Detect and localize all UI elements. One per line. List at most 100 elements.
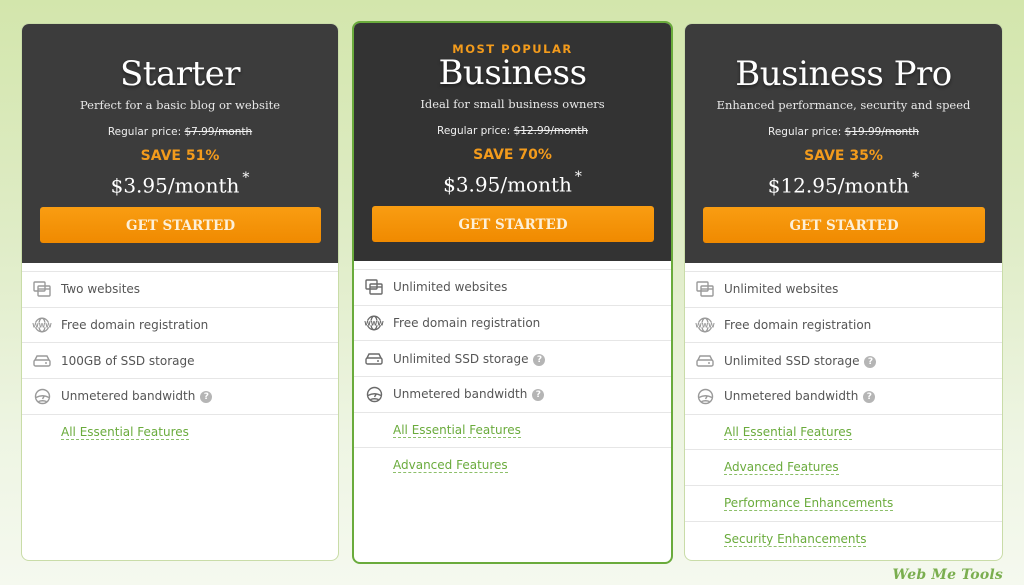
list-spacer xyxy=(22,263,338,271)
feature-row: Unlimited SSD storage? xyxy=(685,342,1002,378)
websites-icon xyxy=(695,281,715,298)
feature-group-link[interactable]: All Essential Features xyxy=(724,425,852,440)
price-value: $3.95/month xyxy=(110,173,240,198)
plan-tagline: Enhanced performance, security and speed xyxy=(716,98,971,112)
plan-card-starter: Starter Perfect for a basic blog or websi… xyxy=(21,23,339,561)
regular-price: Regular price: $12.99/month xyxy=(354,125,671,137)
websites-icon xyxy=(32,281,52,298)
feature-row: Two websites xyxy=(22,271,338,307)
list-spacer xyxy=(354,261,671,269)
feature-label: Unmetered bandwidth xyxy=(393,387,528,402)
feature-text: Free domain registration xyxy=(724,318,871,332)
feature-label: Unlimited websites xyxy=(393,280,508,295)
feature-row: Unlimited websites xyxy=(354,269,671,305)
feature-row: Unmetered bandwidth? xyxy=(354,376,671,412)
save-percentage: SAVE 51% xyxy=(140,148,220,164)
speedometer-icon xyxy=(32,388,52,405)
feature-row: Unlimited SSD storage? xyxy=(354,340,671,376)
feature-link-row: All Essential Features xyxy=(685,413,1002,450)
feature-text: Free domain registration xyxy=(61,318,208,332)
help-icon[interactable]: ? xyxy=(200,391,213,404)
feature-text: Unlimited SSD storage? xyxy=(724,353,877,368)
watermark-logo: Web Me Tools xyxy=(892,567,1003,583)
feature-list: Unlimited websites WWW Free domain registr… xyxy=(685,263,1002,557)
plan-name: Business xyxy=(438,53,587,93)
feature-label: Unmetered bandwidth xyxy=(61,389,196,404)
plan-card-business-pro: Business Pro Enhanced performance, securi… xyxy=(684,23,1003,561)
plan-price: $3.95/month * xyxy=(22,170,338,198)
plan-name: Business Pro xyxy=(735,54,952,94)
svg-text:WWW: WWW xyxy=(364,321,384,327)
ssd-drive-icon xyxy=(32,353,52,369)
feature-label: 100GB of SSD storage xyxy=(61,353,195,368)
save-percentage: SAVE 70% xyxy=(473,147,552,163)
help-icon[interactable]: ? xyxy=(864,355,877,368)
feature-label: Unlimited SSD storage xyxy=(724,353,860,368)
feature-link-row: Advanced Features xyxy=(354,447,671,483)
plan-tagline: Perfect for a basic blog or website xyxy=(79,98,281,112)
feature-text: Unmetered bandwidth? xyxy=(61,389,213,404)
feature-label: Free domain registration xyxy=(724,318,872,333)
price-value: $12.95/month xyxy=(767,173,910,198)
feature-row: Unlimited websites xyxy=(685,271,1002,307)
help-icon[interactable]: ? xyxy=(863,391,876,404)
feature-row: Unmetered bandwidth? xyxy=(22,378,338,414)
plan-name: Starter xyxy=(119,54,241,94)
help-icon[interactable]: ? xyxy=(532,389,545,402)
feature-link-row: Security Enhancements xyxy=(685,520,1002,557)
feature-row: WWW Free domain registration xyxy=(685,306,1002,343)
feature-group-link[interactable]: Advanced Features xyxy=(724,460,839,476)
feature-group-link[interactable]: All Essential Features xyxy=(61,425,189,440)
help-icon[interactable]: ? xyxy=(533,353,546,366)
regular-price-label: Regular price: xyxy=(107,126,182,138)
svg-text:WWW: WWW xyxy=(32,323,52,329)
feature-group-link[interactable]: Advanced Features xyxy=(393,458,508,474)
feature-label: Free domain registration xyxy=(61,318,209,333)
feature-text: Unmetered bandwidth? xyxy=(393,387,545,402)
www-globe-icon: WWW xyxy=(32,317,52,333)
feature-text: 100GB of SSD storage xyxy=(61,354,195,368)
feature-text: Unlimited SSD storage? xyxy=(393,352,546,366)
plan-header: Business Pro Enhanced performance, securi… xyxy=(685,24,1002,263)
regular-price: Regular price: $7.99/month xyxy=(22,126,338,138)
feature-link-row: All Essential Features xyxy=(22,413,338,450)
www-globe-icon: WWW xyxy=(364,315,384,331)
feature-label: Unlimited websites xyxy=(724,282,839,297)
regular-price-label: Regular price: xyxy=(768,126,842,138)
get-started-button[interactable]: GET STARTED xyxy=(40,207,321,243)
regular-price-value: $19.99/month xyxy=(844,126,919,138)
feature-list: Unlimited websites WWW Free domain registr… xyxy=(354,261,671,483)
feature-link-row: Advanced Features xyxy=(685,449,1002,485)
feature-text: Unlimited websites xyxy=(393,280,507,294)
plan-price: $3.95/month * xyxy=(354,169,671,197)
get-started-button[interactable]: GET STARTED xyxy=(372,206,654,242)
feature-group-link[interactable]: Performance Enhancements xyxy=(724,496,894,511)
feature-row: 100GB of SSD storage xyxy=(22,342,338,378)
feature-text: Unmetered bandwidth? xyxy=(724,389,876,404)
price-footnote-marker: * xyxy=(242,170,250,186)
speedometer-icon xyxy=(364,386,384,403)
plan-price: $12.95/month * xyxy=(685,170,1002,198)
regular-price-value: $7.99/month xyxy=(184,126,253,138)
feature-text: Unlimited websites xyxy=(724,282,838,296)
feature-link-row: Performance Enhancements xyxy=(685,485,1002,521)
plan-card-business: MOST POPULAR Business Ideal for small busi… xyxy=(352,21,673,564)
feature-group-link[interactable]: All Essential Features xyxy=(393,423,521,438)
list-spacer xyxy=(685,263,1002,271)
plan-tagline: Ideal for small business owners xyxy=(420,97,605,111)
feature-text: Two websites xyxy=(61,282,140,296)
price-value: $3.95/month xyxy=(443,172,572,197)
websites-icon xyxy=(364,279,384,296)
regular-price-value: $12.99/month xyxy=(513,125,588,137)
feature-text: Free domain registration xyxy=(393,316,540,330)
www-globe-icon: WWW xyxy=(695,317,715,333)
ssd-drive-icon xyxy=(364,351,384,367)
feature-link-row: All Essential Features xyxy=(354,411,671,448)
feature-row: WWW Free domain registration xyxy=(22,306,338,343)
get-started-button[interactable]: GET STARTED xyxy=(703,207,985,243)
plan-header: Starter Perfect for a basic blog or websi… xyxy=(22,24,338,263)
save-percentage: SAVE 35% xyxy=(804,148,883,164)
feature-label: Two websites xyxy=(61,282,141,297)
feature-group-link[interactable]: Security Enhancements xyxy=(724,532,867,547)
feature-list: Two websites WWW Free domain registration 1… xyxy=(22,263,338,449)
